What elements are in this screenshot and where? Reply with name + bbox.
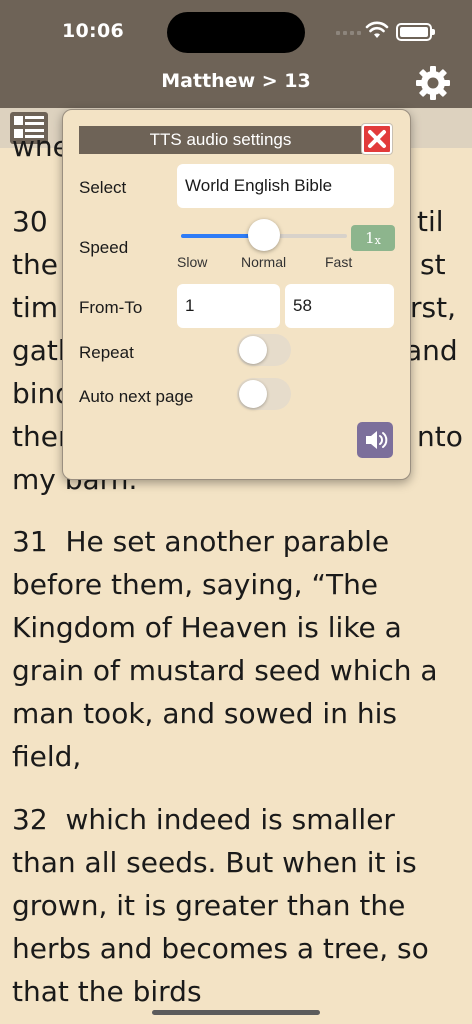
dialog-title: TTS audio settings xyxy=(79,126,362,154)
verse-31: 31 He set another parable before them, s… xyxy=(12,520,467,778)
verse-30-fragment: nto xyxy=(417,420,463,453)
verse-30-fragment: and xyxy=(405,334,458,367)
verse-30-line: the xyxy=(12,248,58,281)
speed-unit: x xyxy=(374,233,381,247)
dynamic-island xyxy=(167,12,305,53)
verse-30-line: tim xyxy=(12,291,59,324)
verse-number: 32 xyxy=(12,803,48,836)
status-time: 10:06 xyxy=(62,20,124,42)
verse-text: which indeed is smaller than all seeds. … xyxy=(12,803,429,1008)
verse-number: 31 xyxy=(12,525,48,558)
play-audio-button[interactable] xyxy=(357,422,393,458)
speaker-icon xyxy=(366,431,388,449)
tts-settings-dialog: TTS audio settings Select World English … xyxy=(62,109,411,480)
bible-version-select[interactable]: World English Bible xyxy=(177,164,394,208)
from-verse-field[interactable]: 1 xyxy=(177,284,280,328)
repeat-toggle[interactable] xyxy=(237,334,291,366)
verse-30-line: 30 xyxy=(12,205,48,238)
header-bar: 10:06 Matthew > 13 xyxy=(0,0,472,108)
speed-tick-slow: Slow xyxy=(177,254,208,270)
speed-value-badge[interactable]: 1x xyxy=(351,225,395,251)
verse-text: He set another parable before them, sayi… xyxy=(12,525,438,773)
home-indicator xyxy=(152,1010,320,1015)
speed-slider-thumb[interactable] xyxy=(248,219,280,251)
close-button[interactable] xyxy=(362,124,392,154)
wifi-icon xyxy=(365,21,389,38)
close-icon xyxy=(368,130,386,148)
verse-30-fragment: rst, xyxy=(410,291,456,324)
verse-30-fragment: til xyxy=(417,205,444,238)
battery-icon xyxy=(396,23,435,41)
page-title: Matthew > 13 xyxy=(161,70,311,92)
speed-label: Speed xyxy=(79,238,129,257)
auto-next-label: Auto next page xyxy=(79,387,194,406)
speed-tick-fast: Fast xyxy=(325,254,353,270)
speed-tick-normal: Normal xyxy=(241,254,287,270)
from-to-label: From-To xyxy=(79,298,143,317)
cellular-signal-icon xyxy=(336,31,361,35)
verse-32: 32 which indeed is smaller than all seed… xyxy=(12,798,467,1013)
repeat-label: Repeat xyxy=(79,343,134,362)
speed-value: 1 xyxy=(365,229,375,247)
toggle-knob xyxy=(239,336,267,364)
gear-icon[interactable] xyxy=(414,64,452,102)
auto-next-toggle[interactable] xyxy=(237,378,291,410)
select-label: Select xyxy=(79,178,127,197)
verse-30-fragment: st xyxy=(420,248,446,281)
to-verse-field[interactable]: 58 xyxy=(285,284,394,328)
toggle-knob xyxy=(239,380,267,408)
